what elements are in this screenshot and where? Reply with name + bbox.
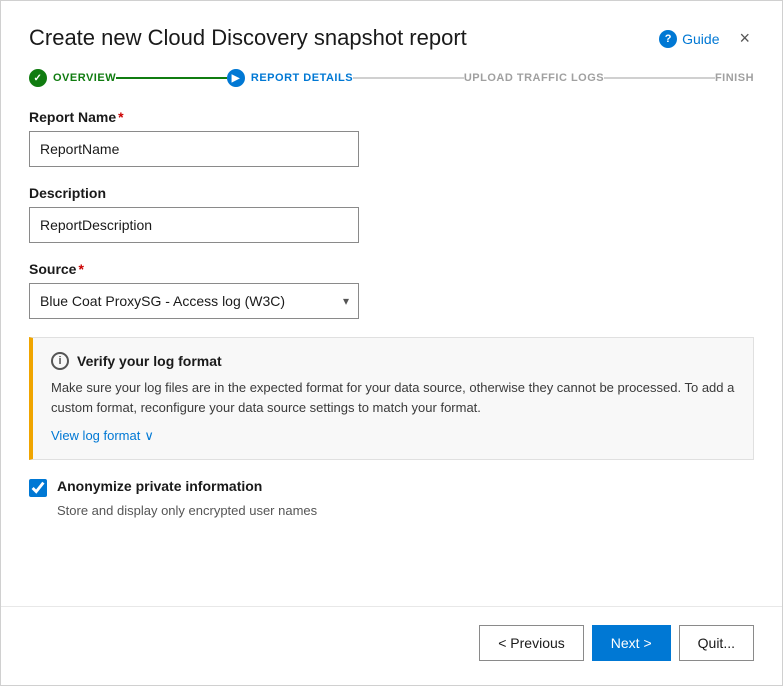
guide-icon: ? [659, 30, 677, 48]
steps-bar: ✓ OVERVIEW ▶ REPORT DETAILS UPLOAD TRAFF… [1, 51, 782, 87]
view-log-link[interactable]: View log format ∨ [51, 428, 154, 444]
info-box-text: Make sure your log files are in the expe… [51, 378, 735, 417]
info-box-title: i Verify your log format [51, 352, 735, 370]
form-content: Report Name* Description Source* Blue Co… [1, 87, 782, 596]
description-input[interactable] [29, 207, 359, 243]
step-upload: UPLOAD TRAFFIC LOGS [464, 72, 604, 84]
create-snapshot-dialog: Create new Cloud Discovery snapshot repo… [0, 0, 783, 686]
anonymize-checkbox[interactable] [29, 479, 47, 497]
step-overview: ✓ OVERVIEW [29, 69, 116, 87]
step-finish-label: FINISH [715, 72, 754, 84]
header-right: ? Guide × [659, 28, 754, 48]
next-button[interactable]: Next > [592, 625, 671, 661]
info-box: i Verify your log format Make sure your … [29, 337, 754, 460]
step-line-3 [604, 77, 715, 79]
source-label: Source* [29, 261, 754, 277]
dialog-header: Create new Cloud Discovery snapshot repo… [1, 1, 782, 51]
report-name-label: Report Name* [29, 109, 754, 125]
report-name-group: Report Name* [29, 109, 754, 167]
guide-link[interactable]: ? Guide [659, 30, 719, 48]
dialog-title: Create new Cloud Discovery snapshot repo… [29, 25, 467, 51]
source-required: * [78, 261, 83, 277]
description-label: Description [29, 185, 754, 201]
source-group: Source* Blue Coat ProxySG - Access log (… [29, 261, 754, 319]
report-name-input[interactable] [29, 131, 359, 167]
report-name-required: * [118, 109, 123, 125]
guide-label: Guide [682, 31, 719, 47]
anonymize-row: Anonymize private information [29, 478, 754, 497]
source-select-wrap: Blue Coat ProxySG - Access log (W3C) Cis… [29, 283, 359, 319]
dialog-footer: < Previous Next > Quit... [1, 606, 782, 685]
anonymize-description: Store and display only encrypted user na… [57, 503, 754, 518]
quit-button[interactable]: Quit... [679, 625, 754, 661]
description-group: Description [29, 185, 754, 243]
step-finish: FINISH [715, 72, 754, 84]
step-report-details: ▶ REPORT DETAILS [227, 69, 353, 87]
step-line-2 [353, 77, 464, 79]
previous-button[interactable]: < Previous [479, 625, 584, 661]
step-line-1 [116, 77, 227, 79]
anonymize-label: Anonymize private information [57, 478, 262, 494]
header-top: Create new Cloud Discovery snapshot repo… [29, 25, 754, 51]
source-select[interactable]: Blue Coat ProxySG - Access log (W3C) Cis… [29, 283, 359, 319]
view-log-chevron: ∨ [144, 428, 154, 444]
anonymize-section: Anonymize private information Store and … [29, 478, 754, 518]
info-circle-icon: i [51, 352, 69, 370]
close-button[interactable]: × [735, 29, 754, 47]
step-upload-label: UPLOAD TRAFFIC LOGS [464, 72, 604, 84]
step-report-details-label: REPORT DETAILS [251, 72, 353, 84]
step-report-details-icon: ▶ [227, 69, 245, 87]
step-overview-label: OVERVIEW [53, 72, 116, 84]
step-overview-icon: ✓ [29, 69, 47, 87]
